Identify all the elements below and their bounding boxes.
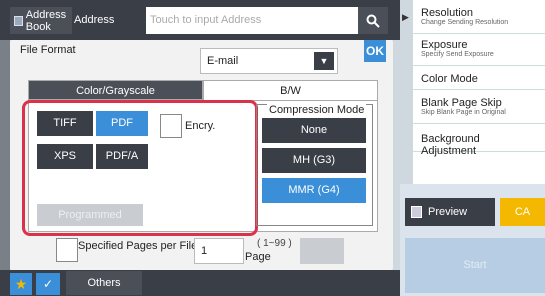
side-item-exposure[interactable]: Exposure Specify Send Exposure <box>413 36 545 66</box>
file-format-select[interactable]: E-mail ▼ <box>200 48 338 74</box>
bottom-bar <box>0 270 400 296</box>
compression-none-button[interactable]: None <box>262 118 366 143</box>
dropdown-arrow-icon: ▼ <box>314 52 334 70</box>
side-item-title: Color Mode <box>421 73 478 85</box>
compression-mh-button[interactable]: MH (G3) <box>262 148 366 173</box>
side-item-color-mode[interactable]: Color Mode <box>413 66 545 90</box>
side-item-blank-page-skip[interactable]: Blank Page Skip Skip Blank Page in Origi… <box>413 94 545 124</box>
search-icon <box>366 14 380 28</box>
star-icon[interactable]: ★ <box>10 273 32 295</box>
compression-title: Compression Mode <box>267 104 367 116</box>
side-item-resolution[interactable]: Resolution Change Sending Resolution <box>413 4 545 34</box>
file-format-label: File Format <box>20 44 76 56</box>
ok-button[interactable]: OK <box>364 40 386 62</box>
specified-pages-label: Specified Pages per File <box>78 240 198 252</box>
preview-button[interactable]: Preview <box>405 198 495 226</box>
side-item-subtitle: Specify Send Exposure <box>421 51 494 58</box>
file-format-value: E-mail <box>207 55 239 67</box>
pages-per-file-input[interactable]: 1 <box>194 238 244 264</box>
side-item-title: Resolution <box>421 7 473 19</box>
specified-pages-checkbox[interactable] <box>56 238 78 262</box>
pages-range-label: ( 1~99 ) <box>257 238 292 249</box>
check-icon[interactable]: ✓ <box>36 273 60 295</box>
address-input[interactable]: Touch to input Address <box>146 7 358 34</box>
pages-increment-button[interactable] <box>320 238 344 264</box>
tab-color-grayscale[interactable]: Color/Grayscale <box>28 80 203 100</box>
side-menu-arrow-icon[interactable]: ▶ <box>402 12 409 23</box>
compression-mmr-button[interactable]: MMR (G4) <box>262 178 366 203</box>
side-item-title: Exposure <box>421 39 468 51</box>
preview-label: Preview <box>428 206 468 218</box>
search-button[interactable] <box>358 7 388 34</box>
address-book-icon <box>14 15 23 26</box>
side-item-subtitle: Skip Blank Page in Original <box>421 109 506 116</box>
highlight-frame <box>22 100 258 236</box>
address-book-label: Address Book <box>25 8 67 33</box>
address-book-button[interactable]: Address Book <box>10 7 72 34</box>
ca-button[interactable]: CA <box>500 198 545 226</box>
start-button[interactable]: Start <box>405 238 545 293</box>
left-edge-strip <box>0 40 10 270</box>
others-button[interactable]: Others <box>66 271 142 295</box>
preview-icon <box>411 206 422 218</box>
address-label: Address <box>74 14 115 26</box>
tab-bw[interactable]: B/W <box>203 80 378 100</box>
side-item-subtitle: Change Sending Resolution <box>421 19 509 26</box>
pages-unit-label: Page <box>245 251 271 263</box>
side-item-title: Background Adjustment <box>421 133 480 157</box>
side-item-background-adjustment[interactable]: Background Adjustment <box>413 128 545 157</box>
side-item-title: Blank Page Skip <box>421 97 502 109</box>
